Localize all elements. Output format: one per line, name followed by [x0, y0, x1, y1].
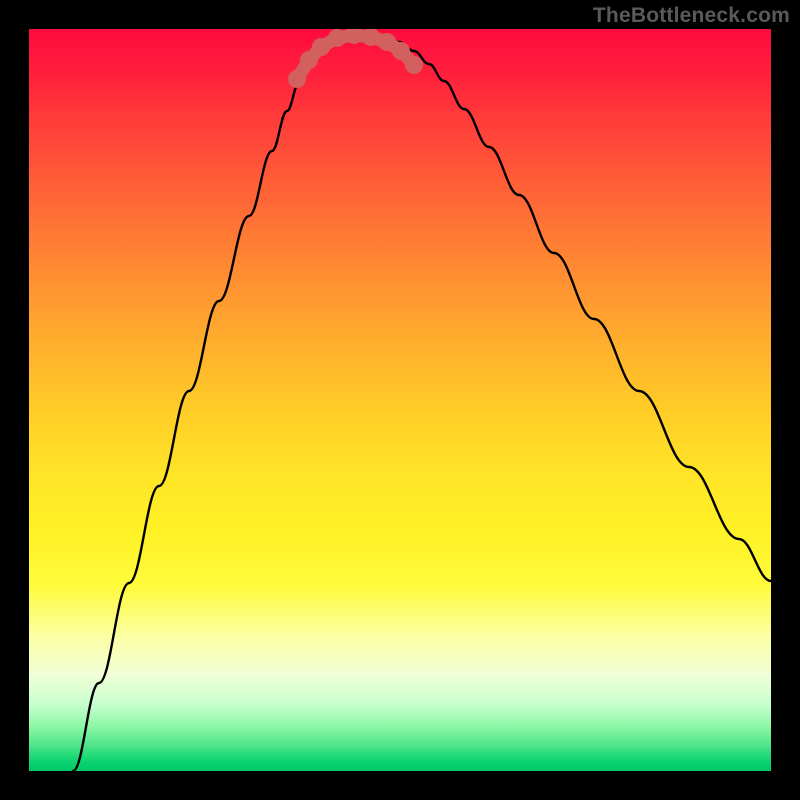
attribution-text: TheBottleneck.com: [593, 4, 790, 28]
valley-dot: [405, 56, 423, 74]
bottleneck-curve: [73, 34, 771, 771]
curve-path: [73, 34, 771, 771]
outer-frame: TheBottleneck.com: [0, 0, 800, 800]
valley-dot: [328, 29, 346, 47]
valley-dot: [392, 42, 410, 60]
valley-dot: [312, 38, 330, 56]
valley-marker: [288, 29, 423, 88]
chart-svg: [29, 29, 771, 771]
plot-area: [29, 29, 771, 771]
valley-dot: [288, 70, 306, 88]
